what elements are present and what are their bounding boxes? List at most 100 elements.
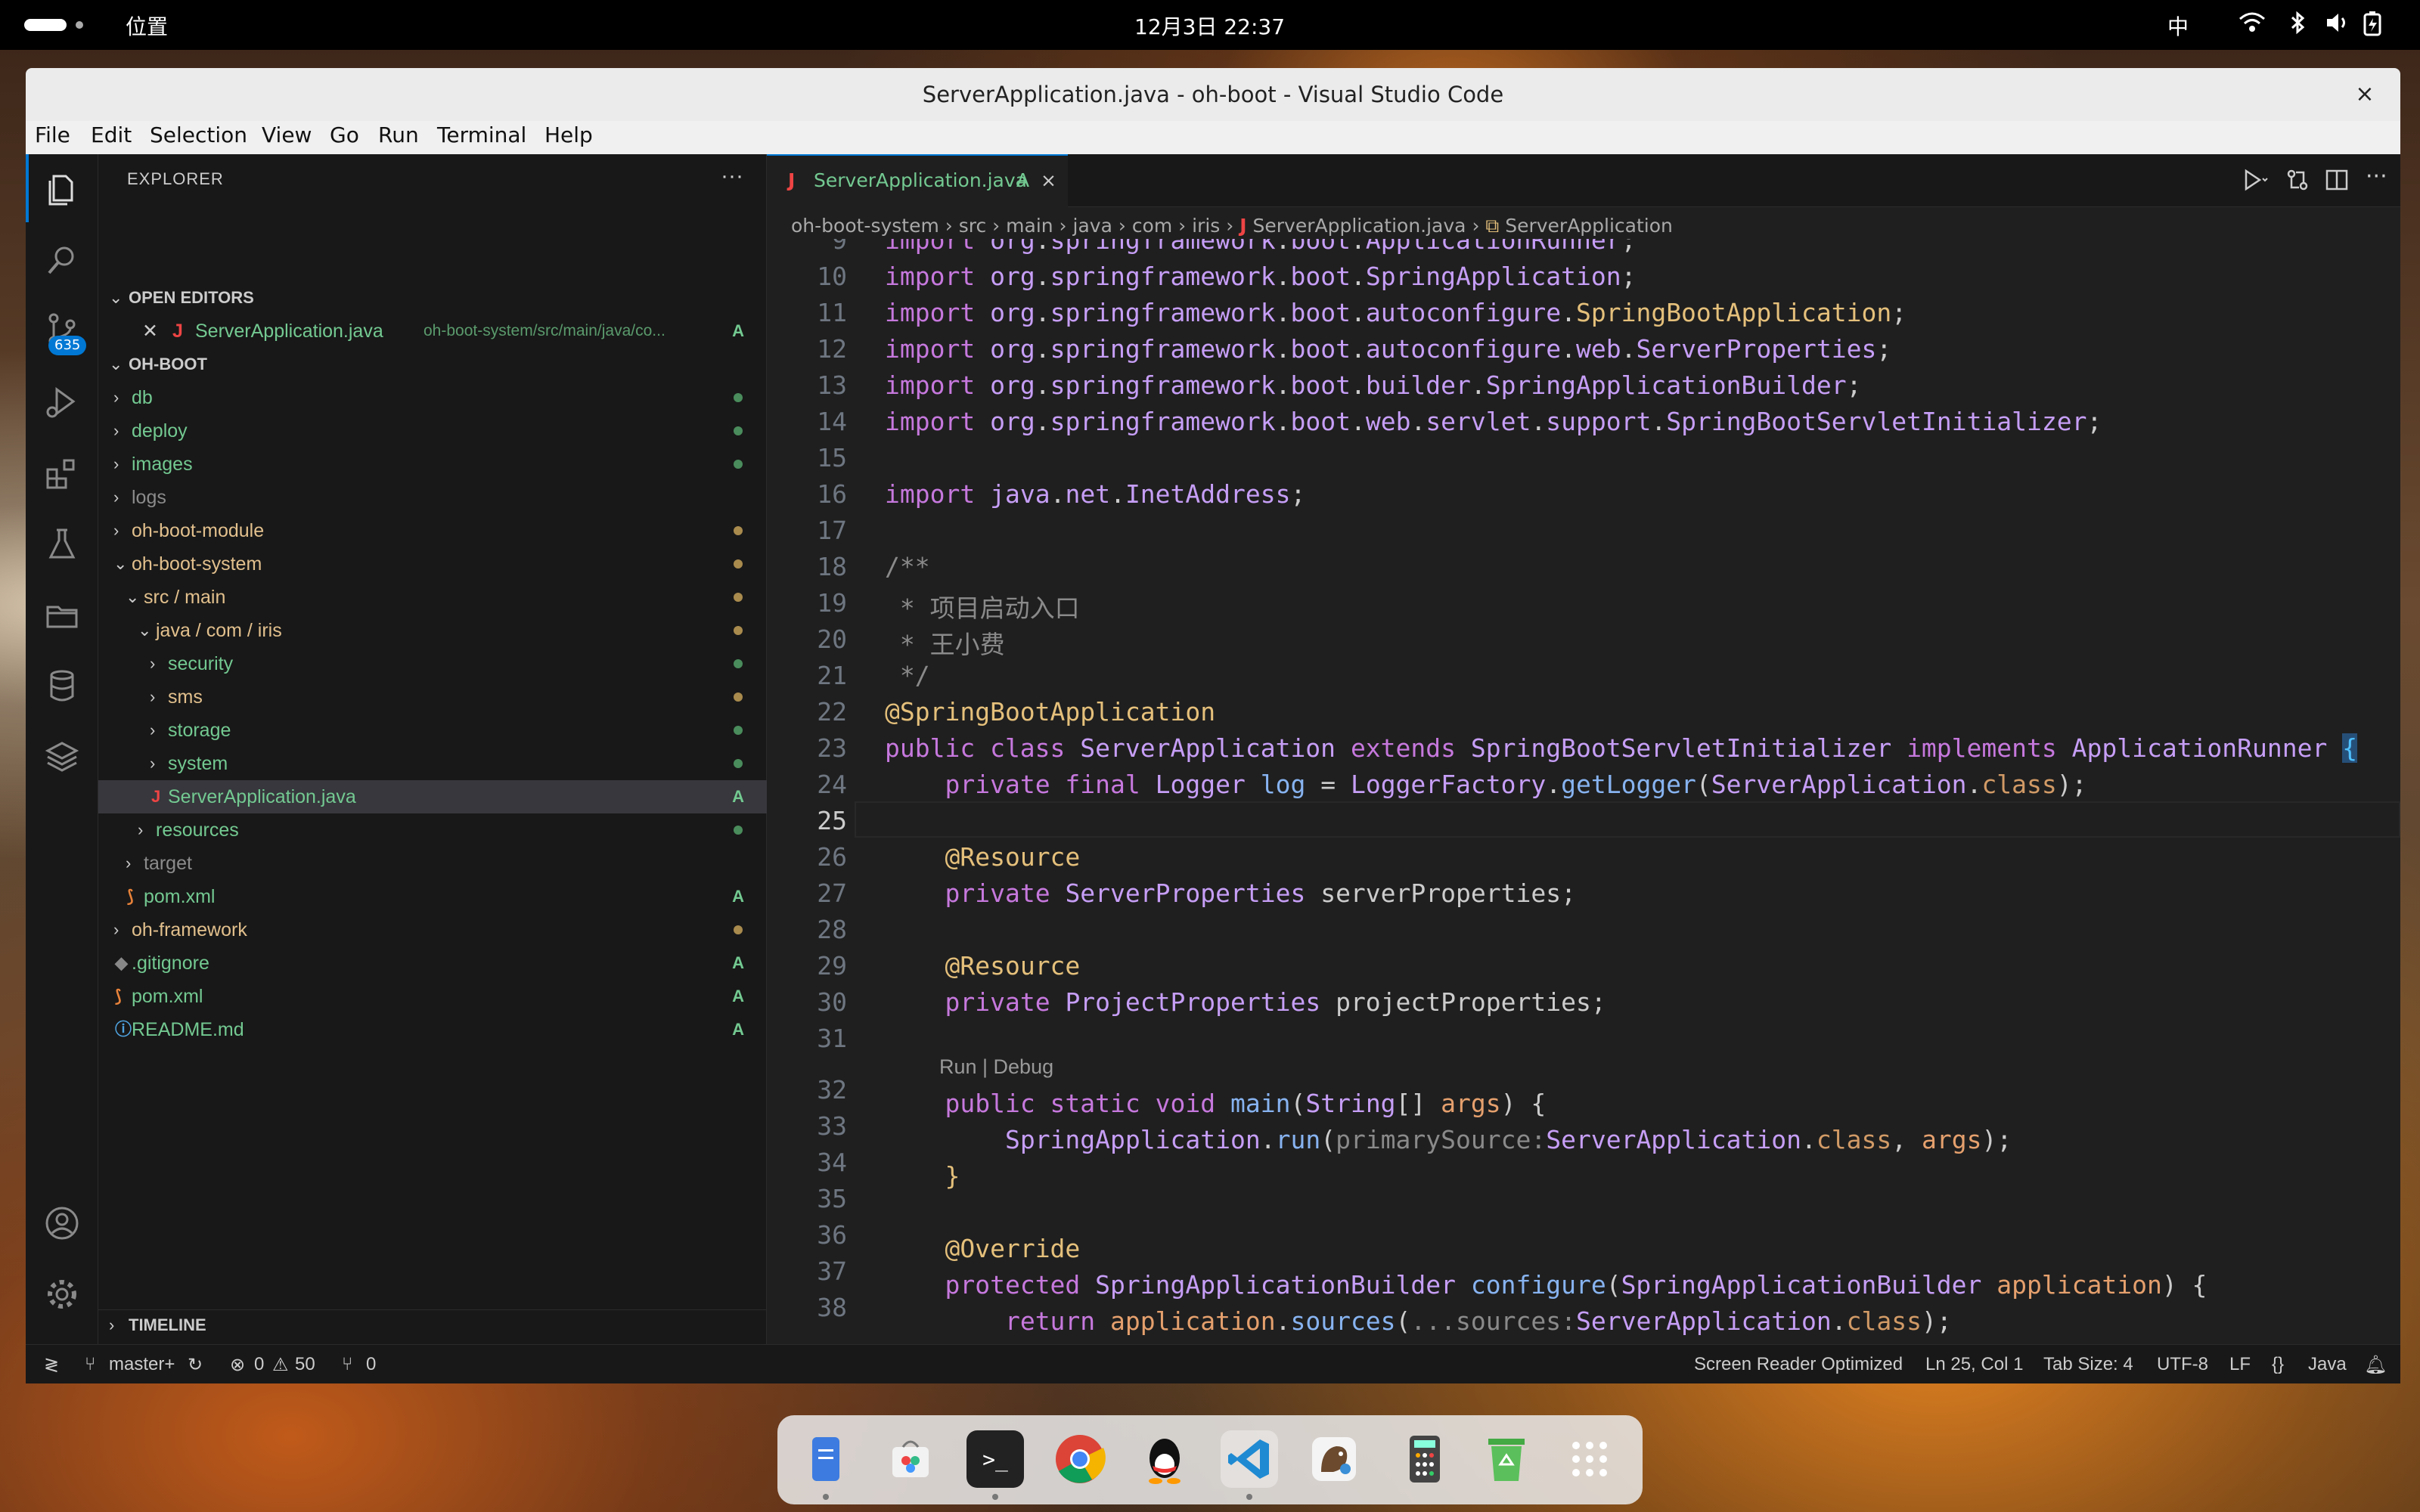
tree-item-gitignore[interactable]: ◆ .gitignore A <box>98 947 767 980</box>
calculator-icon[interactable] <box>1396 1430 1454 1488</box>
menu-run[interactable]: Run <box>378 122 419 147</box>
menu-file[interactable]: File <box>35 122 70 147</box>
wifi-icon[interactable] <box>2238 11 2266 40</box>
tree-item-deploy[interactable]: › deploy <box>98 414 767 448</box>
breadcrumb-item[interactable]: ServerApplication.java <box>1253 215 1466 237</box>
file-manager-icon[interactable] <box>797 1430 855 1488</box>
tree-item-images[interactable]: › images <box>98 448 767 481</box>
account-icon[interactable] <box>41 1202 83 1244</box>
tab-serverapplication[interactable]: J ServerApplication.java A × <box>767 154 1068 207</box>
open-editors-header[interactable]: ⌄ OPEN EDITORS <box>98 283 767 313</box>
menu-selection[interactable]: Selection <box>150 122 247 147</box>
open-editor-item[interactable]: ✕ J ServerApplication.java oh-boot-syste… <box>98 314 767 348</box>
branch-name[interactable]: master+ <box>109 1354 175 1375</box>
activities-indicator[interactable] <box>24 19 67 31</box>
line-number: 21 <box>817 661 847 690</box>
language-mode[interactable]: Java <box>2308 1354 2347 1375</box>
menu-help[interactable]: Help <box>544 122 593 147</box>
tree-item-sms[interactable]: › sms <box>98 680 767 714</box>
more-actions-icon[interactable]: ··· <box>2366 163 2387 190</box>
breadcrumb-item[interactable]: com <box>1132 215 1172 237</box>
code-line: * 王小费 <box>885 630 1005 659</box>
run-icon[interactable] <box>2242 168 2269 195</box>
volume-icon[interactable] <box>2325 11 2352 40</box>
ports-count[interactable]: 0 <box>366 1354 376 1375</box>
terminal-icon[interactable]: >_ <box>966 1430 1024 1488</box>
source-control-icon[interactable]: 635 <box>41 308 87 355</box>
tree-item-logs[interactable]: › logs <box>98 481 767 514</box>
layers-icon[interactable] <box>41 736 83 779</box>
tab-size[interactable]: Tab Size: 4 <box>2043 1354 2133 1375</box>
tree-item-storage[interactable]: › storage <box>98 714 767 747</box>
database-icon[interactable] <box>41 665 83 708</box>
code-line: @Override <box>945 1234 1081 1263</box>
tree-item-oh-boot-system[interactable]: ⌄ oh-boot-system <box>98 547 767 581</box>
tree-item-java-com-iris[interactable]: ⌄ java / com / iris <box>98 614 767 647</box>
tree-item-system[interactable]: › system <box>98 747 767 780</box>
breadcrumb-item[interactable]: iris <box>1192 215 1220 237</box>
timeline-section[interactable]: › TIMELINE <box>98 1309 767 1340</box>
tree-item-pom-xml[interactable]: ⟆ pom.xml A <box>98 880 767 913</box>
close-icon[interactable]: ✕ <box>142 314 158 348</box>
line-number: 28 <box>817 915 847 944</box>
tree-item-resources[interactable]: › resources <box>98 813 767 847</box>
tree-item-target[interactable]: › target <box>98 847 767 880</box>
split-editor-icon[interactable] <box>2325 168 2349 195</box>
notifications-bell-icon[interactable]: 🔔︎ <box>2364 1354 2387 1376</box>
tree-item-oh-boot-module[interactable]: › oh-boot-module <box>98 514 767 547</box>
input-method-indicator[interactable]: 中 <box>2167 11 2189 41</box>
close-window-button[interactable]: × <box>2346 68 2384 121</box>
bluetooth-icon[interactable] <box>2288 11 2307 40</box>
extensions-icon[interactable] <box>41 452 83 494</box>
tree-item-readme-md[interactable]: ⓘ README.md A <box>98 1013 767 1046</box>
folder-icon[interactable] <box>41 594 83 637</box>
tree-item-oh-framework[interactable]: › oh-framework <box>98 913 767 947</box>
eol[interactable]: LF <box>2229 1354 2251 1375</box>
clock[interactable]: 12月3日 22:37 <box>1134 11 1286 41</box>
testing-icon[interactable] <box>41 523 83 565</box>
tab-close-icon[interactable]: × <box>1041 156 1056 206</box>
location-label[interactable]: 位置 <box>126 11 168 41</box>
sync-icon[interactable]: ↻ <box>188 1354 203 1376</box>
screen-reader-mode[interactable]: Screen Reader Optimized <box>1694 1354 1903 1375</box>
run-debug-icon[interactable] <box>41 381 83 423</box>
codelens-run-debug[interactable]: Run | Debug <box>939 1055 1053 1079</box>
settings-gear-icon[interactable] <box>41 1273 83 1315</box>
dbeaver-icon[interactable] <box>1305 1430 1363 1488</box>
oh-boot-root-header[interactable]: ⌄ OH-BOOT <box>98 349 767 380</box>
battery-icon[interactable] <box>2363 11 2382 42</box>
encoding[interactable]: UTF-8 <box>2157 1354 2208 1375</box>
tree-item-security[interactable]: › security <box>98 647 767 680</box>
remote-icon[interactable]: ≷ <box>44 1354 59 1376</box>
tree-item-db[interactable]: › db <box>98 381 767 414</box>
trash-icon[interactable] <box>1478 1430 1535 1488</box>
qq-icon[interactable] <box>1136 1430 1193 1488</box>
app-grid-icon[interactable] <box>1561 1430 1618 1488</box>
app-store-icon[interactable] <box>882 1430 939 1488</box>
search-icon[interactable] <box>41 239 83 281</box>
chevron-right-icon: › <box>150 687 156 706</box>
compare-changes-icon[interactable] <box>2285 168 2310 195</box>
menu-view[interactable]: View <box>262 122 312 147</box>
breadcrumb-item[interactable]: oh-boot-system <box>791 215 939 237</box>
chevron-right-icon: › <box>113 521 119 540</box>
chrome-icon[interactable] <box>1051 1430 1109 1488</box>
tree-item-serverapplication-java[interactable]: J ServerApplication.java A <box>98 780 767 813</box>
tree-item-pom-xml[interactable]: ⟆ pom.xml A <box>98 980 767 1013</box>
vscode-icon[interactable] <box>1221 1430 1278 1488</box>
breadcrumb-item[interactable]: main <box>1006 215 1053 237</box>
more-actions-icon[interactable]: ··· <box>721 163 743 189</box>
explorer-icon[interactable] <box>41 168 83 210</box>
breadcrumb-item[interactable]: src <box>959 215 987 237</box>
breadcrumb-item[interactable]: java <box>1073 215 1112 237</box>
warning-count[interactable]: 50 <box>295 1354 315 1375</box>
menu-terminal[interactable]: Terminal <box>437 122 526 147</box>
code-editor[interactable]: 9 10 11 12 13 14 15 16 17 18 19 20 21 22 23 24 25 26 27 28 2… <box>767 239 2400 1344</box>
error-count[interactable]: 0 <box>254 1354 264 1375</box>
breadcrumb-item[interactable]: ServerApplication <box>1505 215 1673 237</box>
tree-item-src-main[interactable]: ⌄ src / main <box>98 581 767 614</box>
menu-go[interactable]: Go <box>330 122 359 147</box>
cursor-position[interactable]: Ln 25, Col 1 <box>1925 1354 2023 1375</box>
chevron-down-icon: ⌄ <box>113 554 128 573</box>
menu-edit[interactable]: Edit <box>91 122 132 147</box>
